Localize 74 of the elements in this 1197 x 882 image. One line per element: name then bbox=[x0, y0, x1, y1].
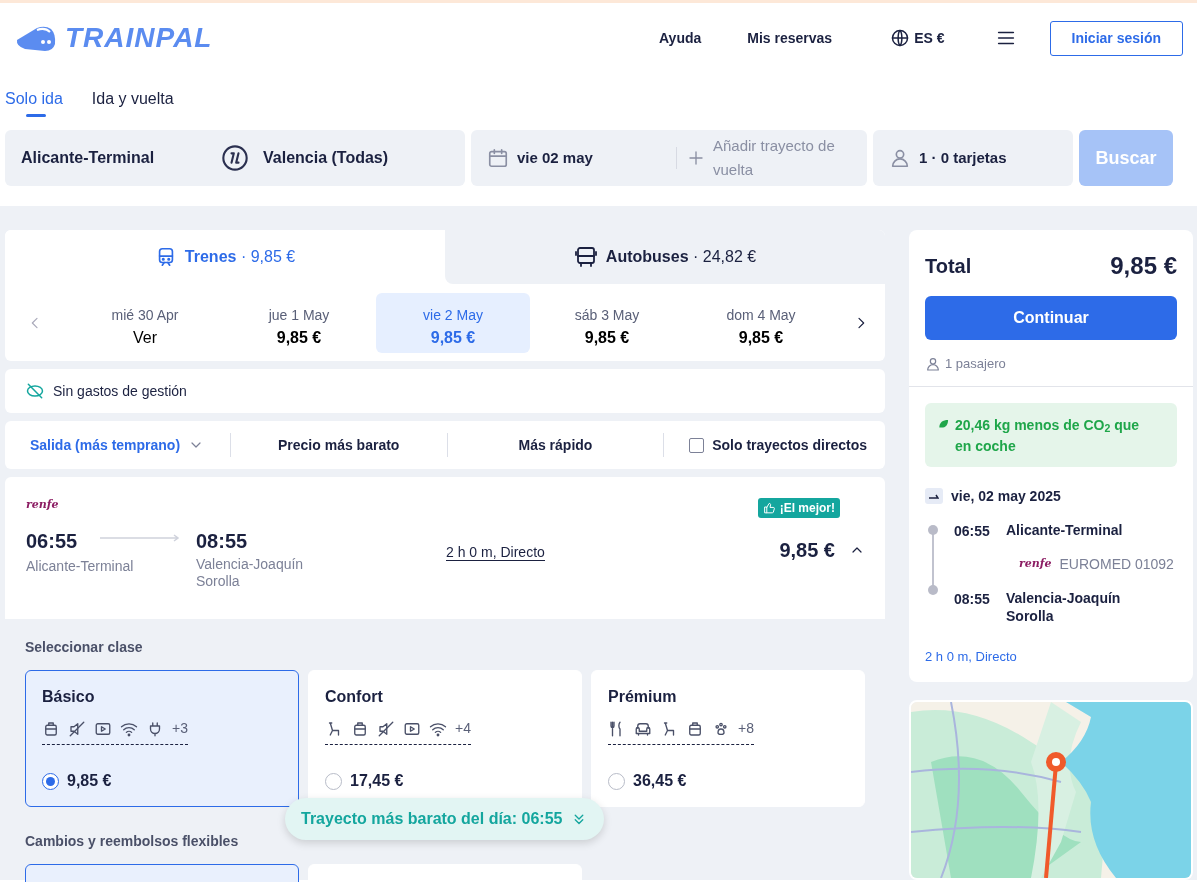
class-card[interactable]: Básico +3 9,85 € bbox=[25, 670, 299, 807]
luggage-icon bbox=[351, 719, 369, 738]
sort-option[interactable]: Más rápido bbox=[460, 433, 651, 457]
total-price: 9,85 € bbox=[1110, 251, 1177, 281]
language-selector[interactable]: ES € bbox=[890, 27, 945, 49]
more-amenities: +4 bbox=[455, 719, 471, 738]
direction-icon bbox=[925, 488, 943, 504]
date-option[interactable]: mié 30 Apr Ver bbox=[68, 293, 222, 353]
class-card[interactable]: Prémium +8 36,45 € bbox=[591, 670, 865, 807]
passenger-count: 1 pasajero bbox=[945, 355, 1006, 373]
co2-saving-text: 20,46 kg menos de CO$_{2}$ que en coche bbox=[955, 415, 1141, 456]
calendar-icon bbox=[487, 147, 509, 169]
class-price: 36,45 € bbox=[633, 771, 687, 791]
date-option[interactable]: sáb 3 May 9,85 € bbox=[530, 293, 684, 353]
class-name: Básico bbox=[42, 687, 96, 707]
train-logo-icon bbox=[15, 24, 57, 52]
total-label: Total bbox=[925, 254, 972, 279]
no-fee-icon bbox=[25, 381, 45, 401]
radio-button[interactable] bbox=[42, 772, 59, 790]
muted-speaker-icon bbox=[68, 719, 86, 738]
departure-time: 06:55 bbox=[26, 529, 79, 554]
nav-link[interactable]: Ayuda bbox=[659, 27, 702, 49]
class-name: Confort bbox=[325, 687, 384, 707]
class-price: 17,45 € bbox=[350, 771, 404, 791]
date-value: vie 02 may bbox=[517, 147, 593, 168]
departure-station: Alicante-Terminal bbox=[26, 557, 134, 576]
luggage-icon bbox=[42, 719, 60, 738]
class-name: Prémium bbox=[608, 687, 678, 707]
trip-date: vie, 02 may 2025 bbox=[951, 486, 1061, 506]
checkbox-label: Solo trayectos directos bbox=[712, 435, 867, 455]
checkbox[interactable] bbox=[689, 437, 705, 453]
stop-time: 08:55 bbox=[954, 589, 990, 609]
person-icon bbox=[925, 355, 941, 372]
section-title: Cambios y reembolsos flexibles bbox=[25, 832, 240, 851]
stop-station: Valencia-Joaquín Sorolla bbox=[1006, 588, 1122, 625]
radio-button[interactable] bbox=[325, 772, 342, 790]
plus-icon bbox=[687, 149, 705, 167]
continue-button[interactable]: Continuar bbox=[925, 296, 1177, 340]
login-button[interactable]: Iniciar sesión bbox=[1049, 20, 1183, 56]
globe-icon bbox=[890, 28, 911, 48]
luggage-icon bbox=[686, 719, 704, 738]
date-option[interactable]: jue 1 May 9,85 € bbox=[222, 293, 376, 353]
nav-link[interactable]: Mis reservas bbox=[747, 27, 833, 49]
muted-speaker-icon bbox=[377, 719, 395, 738]
timeline-drawing bbox=[927, 524, 939, 595]
person-icon bbox=[889, 147, 911, 169]
class-price: 9,85 € bbox=[67, 771, 112, 791]
sort-option[interactable]: Salida (más temprano) bbox=[17, 433, 217, 457]
train-number: EUROMED 01092 bbox=[1059, 554, 1174, 574]
passengers-value: 1 · 0 tarjetas bbox=[919, 147, 1007, 168]
radio-button[interactable] bbox=[608, 772, 625, 790]
section-title: Seleccionar clase bbox=[25, 638, 144, 657]
return-placeholder: Añadir trayecto de vuelta bbox=[713, 136, 836, 180]
sort-option[interactable]: Precio más barato bbox=[243, 433, 434, 457]
date-option[interactable]: dom 4 May 9,85 € bbox=[684, 293, 838, 353]
trip-type-tab[interactable]: Solo ida bbox=[5, 89, 63, 117]
more-amenities: +3 bbox=[172, 719, 188, 738]
more-amenities: +8 bbox=[738, 719, 754, 738]
thumbs-up-icon bbox=[762, 501, 776, 515]
price: 9,85 € bbox=[779, 538, 835, 563]
arrival-station: Valencia-Joaquín Sorolla bbox=[196, 556, 305, 590]
duration-link[interactable]: 2 h 0 m, Directo bbox=[446, 544, 545, 561]
trip-type-tab[interactable]: Ida y vuelta bbox=[91, 89, 174, 117]
notice-text: Sin gastos de gestión bbox=[53, 381, 187, 401]
duration-link[interactable]: 2 h 0 m, Directo bbox=[925, 646, 1177, 666]
stop-station: Alicante-Terminal bbox=[1006, 520, 1124, 539]
arrival-time: 08:55 bbox=[196, 529, 249, 554]
stop-time: 06:55 bbox=[954, 521, 990, 541]
operator-logo: renfe bbox=[26, 497, 59, 513]
transport-tab[interactable]: Autobuses · 24,82 € bbox=[445, 230, 885, 284]
date-option[interactable]: vie 2 May 9,85 € bbox=[376, 293, 530, 353]
bus-icon bbox=[573, 245, 598, 269]
operator-logo: renfe bbox=[1019, 555, 1052, 572]
badge-text: ¡El mejor! bbox=[779, 500, 835, 517]
